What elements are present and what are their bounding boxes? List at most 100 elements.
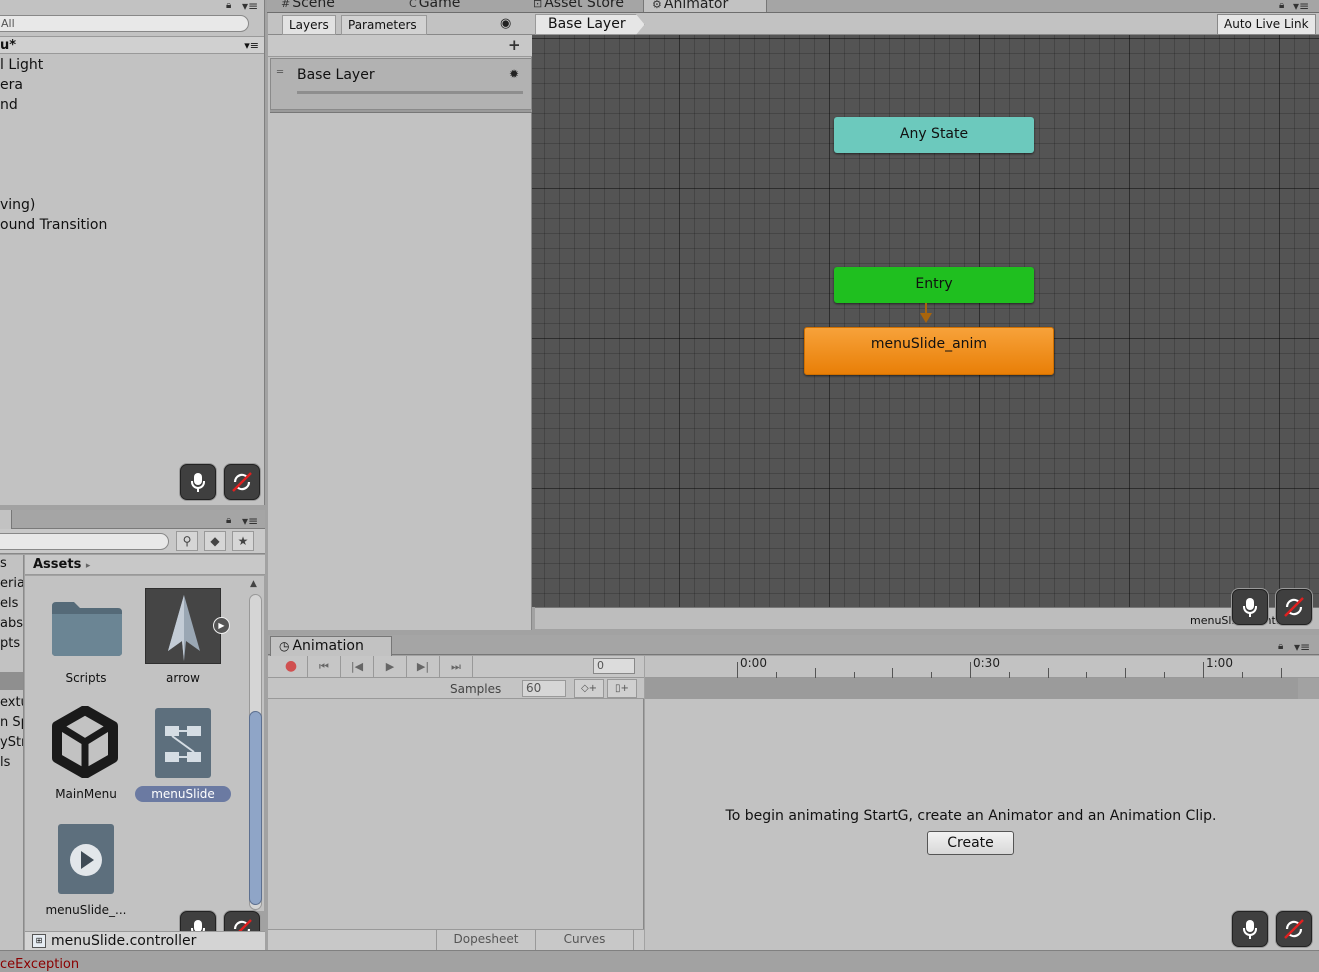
samples-input[interactable]: 60: [522, 680, 566, 697]
hierarchy-item[interactable]: l Light: [0, 57, 43, 73]
dopesheet-area[interactable]: [645, 699, 1319, 950]
tab-animation[interactable]: ◷ Animation: [270, 636, 392, 656]
sync-disabled-button[interactable]: [224, 464, 260, 500]
record-button[interactable]: ●: [275, 656, 308, 678]
panel-menu-icon[interactable]: ▾≡: [1294, 640, 1310, 654]
asset-label: Scripts: [65, 671, 107, 685]
tab-curves[interactable]: Curves: [536, 930, 634, 950]
transition-arrow[interactable]: [918, 303, 934, 327]
tab-animator[interactable]: ⚙ Animator: [643, 0, 767, 12]
lock-icon[interactable]: 🔒︎: [1278, 641, 1283, 652]
tab-scene[interactable]: # Scene: [273, 0, 343, 12]
selected-file-path: menuSlide.controller: [51, 933, 197, 949]
tab-parameters[interactable]: Parameters: [341, 15, 427, 35]
scene-header[interactable]: u* ▾≡: [0, 36, 264, 54]
tab-layers[interactable]: Layers: [282, 15, 336, 35]
hierarchy-item[interactable]: ving): [0, 197, 35, 213]
project-search-input[interactable]: [0, 533, 169, 550]
asset-scripts[interactable]: [50, 596, 124, 658]
animator-controller-icon: [165, 726, 201, 762]
drag-handle-icon[interactable]: ═: [277, 67, 283, 78]
project-footer: ⊞ menuSlide.controller: [25, 931, 265, 950]
lock-icon[interactable]: 🔒︎: [1279, 0, 1284, 11]
tab-dopesheet[interactable]: Dopesheet: [436, 930, 536, 950]
pacman-icon: C: [409, 0, 417, 10]
state-menuslide-anim[interactable]: menuSlide_anim: [804, 327, 1054, 375]
grid-icon: #: [281, 0, 291, 10]
console-error-message[interactable]: ceException: [0, 957, 79, 972]
sync-disabled-button[interactable]: [1276, 911, 1312, 947]
status-bar[interactable]: [0, 950, 1319, 972]
mic-button[interactable]: [1232, 911, 1268, 947]
asset-arrow[interactable]: [145, 588, 221, 664]
timeline-label: 0:00: [740, 656, 767, 670]
scroll-thumb[interactable]: [249, 711, 262, 905]
state-entry[interactable]: Entry: [834, 267, 1034, 303]
filter-type-icon[interactable]: ⚲: [176, 531, 198, 551]
eye-icon[interactable]: ◉: [500, 16, 511, 31]
next-keyframe-button[interactable]: ▶|: [407, 656, 440, 678]
auto-live-link-toggle[interactable]: Auto Live Link: [1217, 14, 1316, 35]
tab-project[interactable]: [0, 510, 12, 529]
scroll-up-icon[interactable]: ▲: [250, 579, 257, 589]
folder-tree-item[interactable]: n Sp: [0, 715, 23, 730]
panel-menu-icon[interactable]: ▾≡: [242, 514, 258, 528]
lock-icon[interactable]: 🔒︎: [226, 515, 231, 526]
graph-breadcrumb[interactable]: Base Layer: [535, 14, 645, 35]
assets-breadcrumb[interactable]: Assets ▸: [25, 555, 265, 575]
first-keyframe-button[interactable]: ⏮: [308, 656, 341, 678]
star-icon[interactable]: ★: [232, 531, 254, 551]
folder-tree-item[interactable]: yStr: [0, 735, 23, 750]
timeline-major-tick: [1203, 662, 1204, 678]
add-layer-button[interactable]: +: [508, 36, 521, 54]
mic-button[interactable]: [1232, 589, 1268, 625]
add-keyframe-icon: ◇+: [580, 683, 598, 694]
expand-sprite-button[interactable]: ▶: [213, 617, 230, 634]
folder-tree-item[interactable]: extu: [0, 695, 23, 710]
tab-asset-store[interactable]: ⊡ Asset Store: [525, 0, 632, 12]
hierarchy-item[interactable]: nd: [0, 97, 18, 113]
selected-folder-highlight: [0, 672, 23, 690]
folder-tree-item[interactable]: s: [0, 556, 7, 571]
panel-menu-icon[interactable]: ▾≡: [1293, 0, 1309, 12]
unity-logo-icon: [52, 705, 118, 779]
gear-icon[interactable]: ✹: [509, 67, 519, 81]
add-keyframe-button[interactable]: ◇+: [574, 679, 604, 698]
folder-tree-item[interactable]: eria: [0, 576, 23, 591]
folder-tree-item[interactable]: ls: [0, 755, 10, 770]
frame-input[interactable]: 0: [593, 658, 635, 674]
timeline-ruler[interactable]: 0:00 0:30 1:00: [645, 656, 1319, 678]
timeline-minor-tick: [1125, 668, 1126, 678]
layer-item-base-layer[interactable]: ═ Base Layer ✹: [270, 58, 532, 110]
tab-game[interactable]: C Game: [401, 0, 468, 12]
asset-label-selected: menuSlide: [135, 786, 231, 802]
layer-weight-slider[interactable]: [297, 91, 523, 94]
prev-keyframe-button[interactable]: |◀: [341, 656, 374, 678]
asset-menuslide-anim[interactable]: [58, 824, 114, 894]
add-event-button[interactable]: ▯+: [607, 679, 637, 698]
asset-menuslide-controller[interactable]: [155, 708, 211, 778]
state-any-state[interactable]: Any State: [834, 117, 1034, 153]
hierarchy-search-input[interactable]: All: [0, 15, 249, 32]
lock-icon[interactable]: 🔒︎: [226, 0, 231, 11]
last-keyframe-button[interactable]: ⏭: [440, 656, 473, 678]
play-button[interactable]: ▶: [374, 656, 407, 678]
arrow-sprite-icon: [168, 595, 200, 661]
folder-tree-item[interactable]: abs: [0, 616, 23, 631]
folder-tree-item[interactable]: els: [0, 596, 18, 611]
controller-file-icon: ⊞: [32, 934, 46, 948]
create-button[interactable]: Create: [927, 831, 1014, 855]
tag-icon[interactable]: ◆: [204, 531, 226, 551]
sync-disabled-button[interactable]: [1276, 589, 1312, 625]
scene-menu-icon[interactable]: ▾≡: [244, 37, 259, 54]
state-machine-graph[interactable]: Any State Entry menuSlide_anim: [532, 35, 1319, 607]
dopesheet-summary-bar[interactable]: [645, 678, 1298, 699]
timeline-minor-tick: [1281, 668, 1282, 678]
hierarchy-item[interactable]: era: [0, 77, 23, 93]
hierarchy-item[interactable]: ound Transition: [0, 217, 107, 233]
asset-mainmenu[interactable]: [49, 705, 121, 779]
project-scrollbar[interactable]: ▲: [247, 576, 264, 911]
mic-button[interactable]: [180, 464, 216, 500]
folder-tree-item[interactable]: pts: [0, 636, 20, 651]
panel-menu-icon[interactable]: ▾≡: [242, 0, 258, 13]
